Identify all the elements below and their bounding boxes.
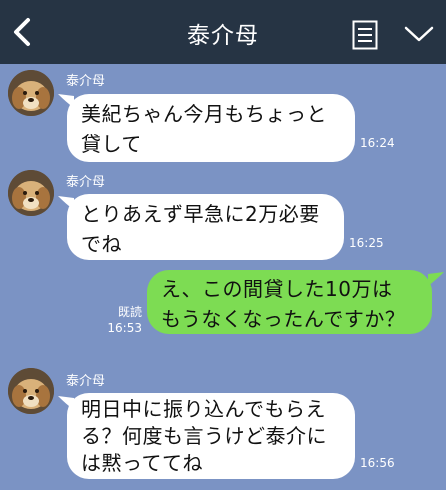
outgoing-message-bubble[interactable]: え、この間貸した10万は もうなくなったんですか？ (147, 270, 432, 334)
message-time: 16:25 (349, 236, 384, 250)
message-line: もうなくなったんですか？ (161, 307, 406, 331)
avatar-dog (8, 70, 54, 116)
chat-title: 泰介母 (187, 23, 259, 49)
note-icon[interactable] (352, 20, 378, 50)
avatar[interactable] (8, 368, 54, 414)
message-line: 美紀ちゃん今月もちょっと (81, 102, 327, 126)
message-line: え、この間貸した10万は (161, 277, 393, 301)
avatar[interactable] (8, 70, 54, 116)
sender-name: 泰介母 (66, 374, 106, 389)
message-line: 貸して (81, 132, 142, 156)
message-time: 16:53 (107, 321, 142, 335)
incoming-message-bubble[interactable]: とりあえず早急に2万必要 でね (67, 194, 344, 260)
message-line: は黙っててね (81, 451, 203, 475)
incoming-message-bubble[interactable]: 美紀ちゃん今月もちょっと 貸して (67, 94, 355, 162)
bubble-tail (428, 272, 444, 286)
message-line: とりあえず早急に2万必要 (81, 202, 320, 226)
incoming-message-bubble[interactable]: 明日中に振り込んでもらえ る？何度も言うけど泰介に は黙っててね (67, 393, 355, 479)
message-time: 16:24 (360, 136, 395, 150)
message-line: 明日中に振り込んでもらえ (81, 397, 326, 421)
avatar[interactable] (8, 170, 54, 216)
read-receipt: 既読 16:53 (100, 305, 142, 335)
sender-name: 泰介母 (66, 74, 106, 89)
avatar-dog (8, 170, 54, 216)
message-line: でね (81, 232, 122, 256)
message-time: 16:56 (360, 456, 395, 470)
message-line: る？何度も言うけど泰介に (81, 424, 327, 448)
chevron-down-icon[interactable] (404, 24, 434, 44)
read-label: 既読 (117, 305, 142, 319)
avatar-dog (8, 368, 54, 414)
chat-header: 泰介母 (0, 0, 446, 64)
sender-name: 泰介母 (66, 175, 106, 190)
